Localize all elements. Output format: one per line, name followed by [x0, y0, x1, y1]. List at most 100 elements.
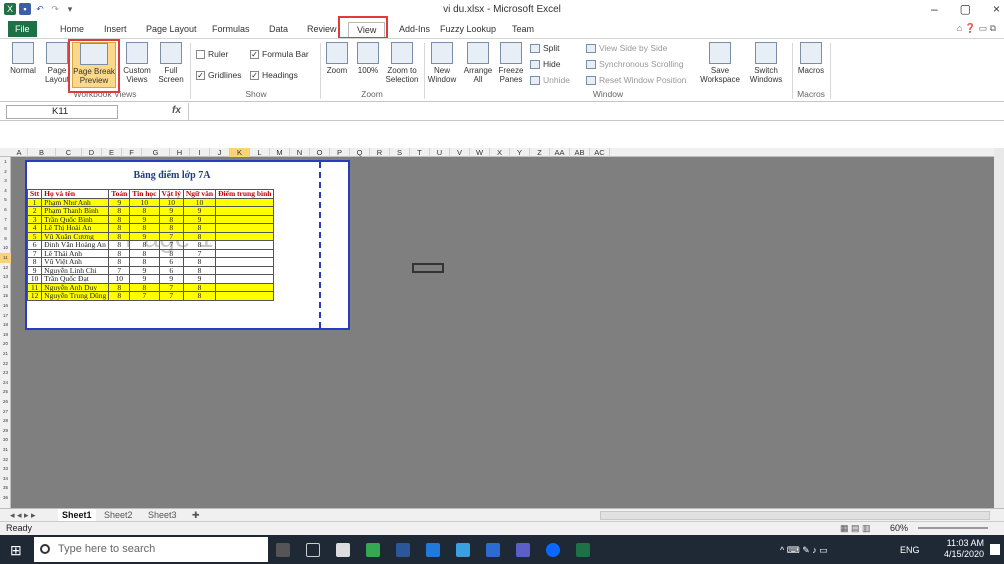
selected-cell-k11[interactable] — [412, 263, 444, 273]
switch-windows-button[interactable]: Switch Windows — [744, 42, 788, 84]
table-header-cell[interactable]: Toán — [108, 189, 131, 199]
column-header-ab[interactable]: AB — [570, 148, 590, 157]
column-header-n[interactable]: N — [290, 148, 310, 157]
row-header-29[interactable]: 29 — [0, 426, 11, 436]
save-workspace-button[interactable]: Save Workspace — [700, 42, 740, 84]
ruler-checkbox[interactable]: Ruler — [196, 49, 228, 59]
column-header-a[interactable]: A — [11, 148, 28, 157]
table-cell[interactable]: 5 — [26, 231, 43, 241]
row-header-22[interactable]: 22 — [0, 359, 11, 369]
reset-window-position-button[interactable]: Reset Window Position — [586, 75, 686, 85]
table-cell[interactable] — [215, 214, 275, 224]
microphone-icon[interactable] — [276, 543, 290, 557]
table-cell[interactable]: 8 — [129, 223, 160, 233]
row-header-12[interactable]: 12 — [0, 263, 11, 273]
row-header-4[interactable]: 4 — [0, 186, 11, 196]
table-cell[interactable]: 8 — [182, 282, 217, 292]
row-header-25[interactable]: 25 — [0, 387, 11, 397]
row-header-26[interactable]: 26 — [0, 397, 11, 407]
table-cell[interactable] — [215, 282, 275, 292]
row-header-15[interactable]: 15 — [0, 291, 11, 301]
table-cell[interactable]: 8 — [158, 248, 184, 258]
row-header-7[interactable]: 7 — [0, 215, 11, 225]
row-header-1[interactable]: 1 — [0, 157, 11, 167]
table-header-cell[interactable]: Stt — [26, 189, 43, 199]
zoom-100-button[interactable]: 100% — [354, 42, 382, 75]
tab-fuzzy-lookup[interactable]: Fuzzy Lookup — [440, 22, 496, 37]
row-header-3[interactable]: 3 — [0, 176, 11, 186]
task-view-icon[interactable] — [306, 543, 320, 557]
column-header-o[interactable]: O — [310, 148, 330, 157]
row-header-8[interactable]: 8 — [0, 224, 11, 234]
table-header-cell[interactable]: Điểm trung bình — [215, 189, 275, 199]
zoom-slider[interactable] — [918, 527, 988, 529]
vertical-scrollbar[interactable] — [994, 148, 1004, 508]
language-indicator[interactable]: ENG — [900, 545, 920, 555]
table-cell[interactable]: 8 — [129, 257, 160, 267]
table-cell[interactable]: 9 — [158, 274, 184, 284]
insert-sheet-icon[interactable]: ✚ — [192, 509, 200, 521]
edge-icon[interactable] — [426, 543, 440, 557]
column-header-t[interactable]: T — [410, 148, 430, 157]
table-cell[interactable]: 9 — [129, 231, 160, 241]
tab-sheet3[interactable]: Sheet3 — [148, 509, 177, 521]
column-header-u[interactable]: U — [430, 148, 450, 157]
row-header-11[interactable]: 11 — [0, 253, 11, 263]
table-header-cell[interactable]: Họ và tên — [41, 189, 110, 199]
table-cell[interactable] — [215, 265, 275, 275]
column-header-j[interactable]: J — [210, 148, 230, 157]
notifications-icon[interactable] — [990, 544, 1000, 555]
teams-icon[interactable] — [516, 543, 530, 557]
table-cell[interactable]: 9 — [158, 206, 184, 216]
table-cell[interactable]: 9 — [182, 206, 217, 216]
table-cell[interactable]: 8 — [108, 231, 131, 241]
table-cell[interactable]: 9 — [182, 214, 217, 224]
table-cell[interactable]: Đinh Văn Hoàng An — [41, 240, 110, 250]
table-cell[interactable]: 7 — [129, 291, 160, 301]
table-cell[interactable]: Nguyễn Anh Duy — [41, 282, 110, 292]
table-cell[interactable] — [215, 291, 275, 301]
zoom-level[interactable]: 60% — [890, 522, 908, 535]
column-header-f[interactable]: F — [122, 148, 142, 157]
table-cell[interactable]: 6 — [158, 257, 184, 267]
table-cell[interactable]: 8 — [108, 214, 131, 224]
row-header-6[interactable]: 6 — [0, 205, 11, 215]
freeze-panes-button[interactable]: Freeze Panes — [496, 42, 526, 84]
tab-add-ins[interactable]: Add-Ins — [399, 22, 430, 37]
table-cell[interactable] — [215, 240, 275, 250]
column-header-z[interactable]: Z — [530, 148, 550, 157]
tab-sheet2[interactable]: Sheet2 — [104, 509, 133, 521]
table-cell[interactable]: 10 — [26, 274, 43, 284]
table-cell[interactable]: 8 — [158, 214, 184, 224]
row-header-2[interactable]: 2 — [0, 167, 11, 177]
table-cell[interactable]: 4 — [26, 223, 43, 233]
row-header-34[interactable]: 34 — [0, 474, 11, 484]
column-header-v[interactable]: V — [450, 148, 470, 157]
table-cell[interactable]: 8 — [108, 223, 131, 233]
table-cell[interactable]: 11 — [26, 282, 43, 292]
table-cell[interactable] — [215, 206, 275, 216]
column-header-b[interactable]: B — [28, 148, 56, 157]
table-cell[interactable]: 9 — [182, 274, 217, 284]
column-header-aa[interactable]: AA — [550, 148, 570, 157]
column-header-g[interactable]: G — [142, 148, 170, 157]
table-cell[interactable] — [215, 257, 275, 267]
row-header-30[interactable]: 30 — [0, 435, 11, 445]
synchronous-scrolling-button[interactable]: Synchronous Scrolling — [586, 59, 684, 69]
tab-file[interactable]: File — [8, 21, 37, 37]
file-explorer-icon[interactable] — [456, 543, 470, 557]
tab-team[interactable]: Team — [512, 22, 534, 37]
system-tray-icons[interactable]: ^ ⌨ ✎ ♪ ▭ — [780, 545, 828, 556]
custom-views-button[interactable]: Custom Views — [120, 42, 154, 84]
normal-view-button[interactable]: Normal — [6, 42, 40, 75]
column-header-x[interactable]: X — [490, 148, 510, 157]
formula-bar-checkbox[interactable]: ✓ Formula Bar — [250, 49, 309, 59]
store-icon[interactable] — [336, 543, 350, 557]
table-cell[interactable]: 8 — [108, 257, 131, 267]
table-cell[interactable]: 8 — [182, 265, 217, 275]
table-cell[interactable]: 8 — [182, 257, 217, 267]
help-icons[interactable]: ⌂ ❓ ▭ ⧉ — [957, 23, 996, 34]
column-header-s[interactable]: S — [390, 148, 410, 157]
table-cell[interactable]: 8 — [108, 248, 131, 258]
taskbar-search-input[interactable]: Type here to search — [34, 537, 268, 562]
